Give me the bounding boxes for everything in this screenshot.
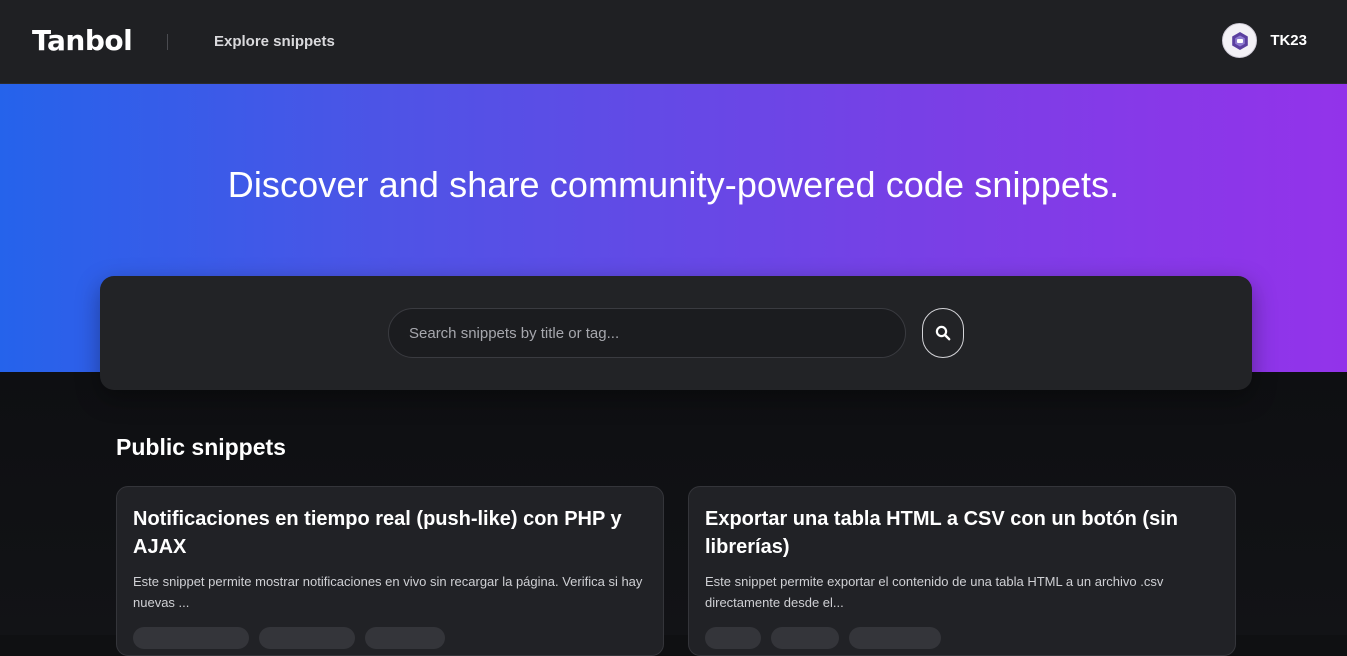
top-navbar: Tanbol Explore snippets TK23 [0,0,1347,84]
tag-chip[interactable] [133,627,249,649]
snippet-tags [705,627,1219,649]
snippet-card[interactable]: Notificaciones en tiempo real (push-like… [116,486,664,656]
snippet-title[interactable]: Exportar una tabla HTML a CSV con un bot… [705,505,1219,561]
avatar-logo-icon [1232,31,1248,50]
snippet-tags [133,627,647,649]
nav-divider [167,34,168,50]
avatar[interactable] [1222,23,1258,58]
tag-chip[interactable] [705,627,761,649]
search-button[interactable] [922,308,964,358]
snippet-card[interactable]: Exportar una tabla HTML a CSV con un bot… [688,486,1236,656]
tag-chip[interactable] [259,627,355,649]
user-menu[interactable]: TK23 [1222,23,1307,58]
tag-chip[interactable] [849,627,941,649]
tag-chip[interactable] [365,627,445,649]
search-input[interactable] [388,308,906,358]
snippet-description: Este snippet permite mostrar notificacio… [133,574,643,610]
hero-title: Discover and share community-powered cod… [227,164,1120,205]
search-panel [100,276,1252,390]
explore-snippets-link[interactable]: Explore snippets [214,33,335,50]
brand-logo[interactable]: Tanbol [32,24,133,57]
tag-chip[interactable] [771,627,839,649]
search-icon [935,325,951,341]
username[interactable]: TK23 [1270,32,1307,49]
section-title: Public snippets [116,434,286,460]
snippet-description: Este snippet permite exportar el conteni… [705,574,1164,610]
snippet-title[interactable]: Notificaciones en tiempo real (push-like… [133,505,647,561]
